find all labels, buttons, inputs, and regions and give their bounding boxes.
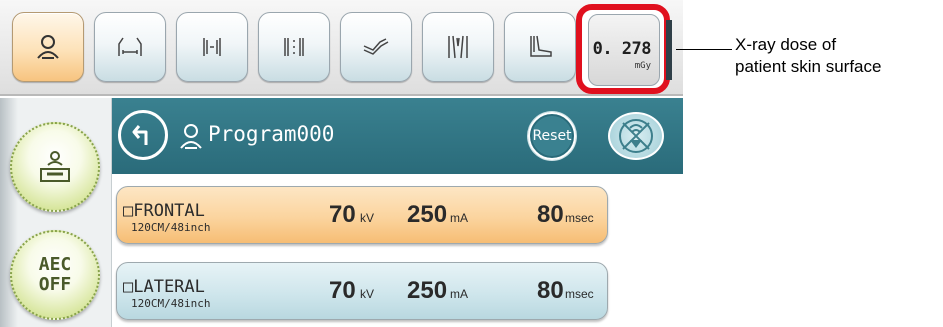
exposure-name: □FRONTAL xyxy=(123,201,205,221)
program-bar: Program000 Reset xyxy=(112,98,683,174)
toolbar-button-spine[interactable] xyxy=(258,12,330,82)
dose-highlight-box: 0. 278 mGy xyxy=(576,4,670,94)
exposure-name: □LATERAL xyxy=(123,277,205,297)
ma-unit: mA xyxy=(450,287,468,301)
callout-line-2: patient skin surface xyxy=(735,57,882,76)
toolbar-button-pelvis[interactable] xyxy=(176,12,248,82)
dose-display: 0. 278 mGy xyxy=(588,14,660,86)
no-fluoroscopy-button[interactable] xyxy=(608,112,664,160)
pelvis-icon xyxy=(203,38,221,56)
callout-leader-line xyxy=(676,49,732,50)
spine-icon xyxy=(284,38,304,56)
kv-value: 70 xyxy=(329,277,356,304)
back-button[interactable] xyxy=(118,110,168,160)
ma-value: 250 xyxy=(407,201,448,228)
arm-icon xyxy=(363,38,389,55)
exposure-sid: 120CM/48inch xyxy=(131,297,211,310)
aec-label: AEC xyxy=(38,254,72,275)
time-unit: msec xyxy=(565,211,594,225)
toolbar-scrollbar[interactable] xyxy=(666,20,672,80)
chest-frontal-icon xyxy=(118,37,142,56)
toolbar-button-chest[interactable] xyxy=(94,12,166,82)
callout-line-1: X-ray dose of xyxy=(735,35,837,54)
toolbar-button-person[interactable] xyxy=(12,12,84,82)
time-value: 80 xyxy=(537,277,564,304)
program-name: Program000 xyxy=(208,122,335,146)
dose-unit: mGy xyxy=(634,61,651,71)
toolbar-button-legs[interactable] xyxy=(422,12,494,82)
exposure-row-frontal[interactable]: □FRONTAL 120CM/48inch 70 kV 250 mA 80 ms… xyxy=(116,186,608,244)
foot-icon xyxy=(530,35,552,57)
ma-unit: mA xyxy=(450,211,468,225)
callout-label: X-ray dose of patient skin surface xyxy=(735,34,881,78)
person-icon xyxy=(180,124,202,149)
person-icon xyxy=(37,35,59,59)
exposure-row-lateral[interactable]: □LATERAL 120CM/48inch 70 kV 250 mA 80 ms… xyxy=(116,262,608,320)
exposure-list: □FRONTAL 120CM/48inch 70 kV 250 mA 80 ms… xyxy=(112,174,683,327)
exposure-sid: 120CM/48inch xyxy=(131,221,211,234)
legs-icon xyxy=(448,35,468,59)
dose-value: 0. 278 xyxy=(592,39,652,59)
toolbar-button-arm[interactable] xyxy=(340,12,412,82)
no-fluoroscopy-icon xyxy=(619,119,653,153)
console-screen: 0. 278 mGy AEC OFF Program000 Reset □FRO… xyxy=(0,0,683,327)
kv-value: 70 xyxy=(329,201,356,228)
time-unit: msec xyxy=(565,287,594,301)
patient-table-button[interactable] xyxy=(10,122,100,212)
back-arrow-icon xyxy=(132,125,148,145)
aec-toggle-button[interactable]: AEC OFF xyxy=(10,230,100,320)
ma-value: 250 xyxy=(407,277,448,304)
toolbar-button-foot[interactable] xyxy=(504,12,576,82)
patient-table-icon xyxy=(40,151,70,182)
time-value: 80 xyxy=(537,201,564,228)
reset-button[interactable]: Reset xyxy=(528,112,576,160)
kv-unit: kV xyxy=(360,211,375,225)
kv-unit: kV xyxy=(360,287,375,301)
aec-state: OFF xyxy=(38,274,72,295)
anatomy-toolbar: 0. 278 mGy xyxy=(0,0,683,96)
